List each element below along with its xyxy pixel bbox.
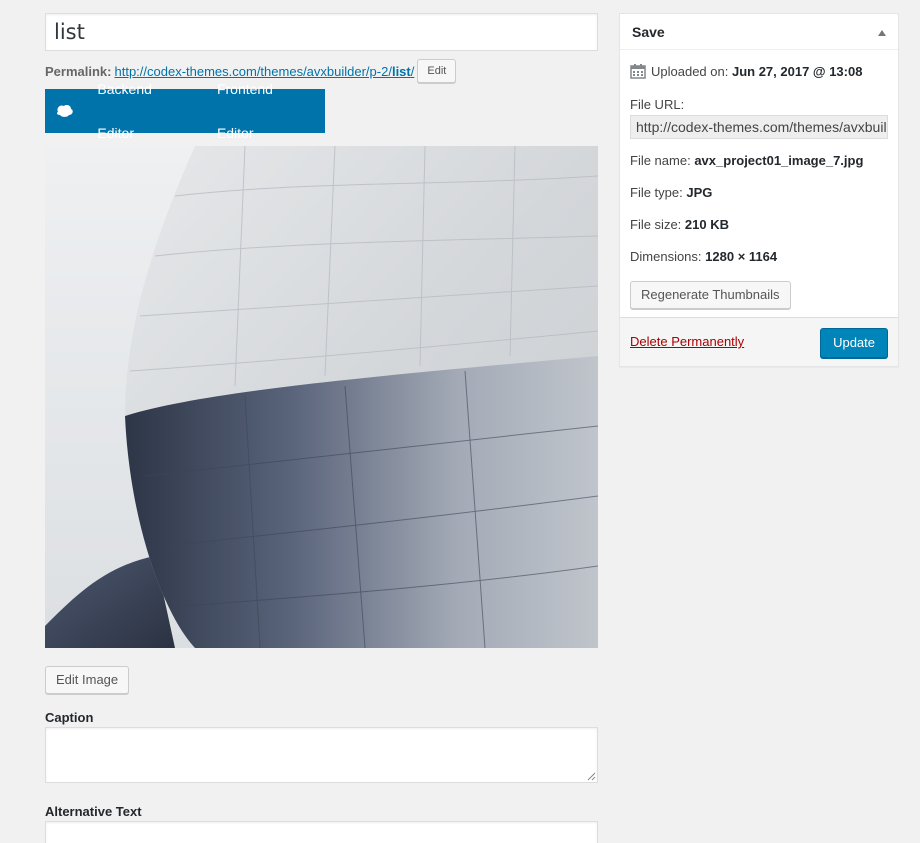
permalink-slug: list xyxy=(391,63,411,79)
dimensions-value: 1280 × 1164 xyxy=(705,249,778,264)
save-panel-header[interactable]: Save xyxy=(620,14,898,50)
dimensions-label: Dimensions: xyxy=(630,249,702,264)
alt-text-label: Alternative Text xyxy=(45,804,142,819)
file-name-label: File name: xyxy=(630,153,691,168)
calendar-icon xyxy=(630,64,646,79)
uploaded-on: Uploaded on: Jun 27, 2017 @ 13:08 xyxy=(630,63,862,79)
builder-logo-icon[interactable] xyxy=(45,89,84,133)
delete-permanently-link[interactable]: Delete Permanently xyxy=(630,334,744,349)
alt-text-input[interactable] xyxy=(45,821,598,843)
save-panel-footer: Delete Permanently Update xyxy=(620,317,898,366)
attachment-image xyxy=(45,146,598,648)
file-size-row: File size: 210 KB xyxy=(630,217,729,232)
collapse-toggle-icon[interactable] xyxy=(878,29,886,36)
update-button[interactable]: Update xyxy=(820,328,888,358)
regenerate-thumbnails-button[interactable]: Regenerate Thumbnails xyxy=(630,281,791,309)
file-url-label: File URL: xyxy=(630,97,685,112)
uploaded-value: Jun 27, 2017 @ 13:08 xyxy=(731,63,863,79)
save-panel-title: Save xyxy=(632,23,665,40)
file-name-row: File name: avx_project01_image_7.jpg xyxy=(630,153,863,168)
file-type-label: File type: xyxy=(630,185,683,200)
frontend-editor-tab[interactable]: Frontend Editor xyxy=(204,67,325,155)
permalink-url-trail: / xyxy=(410,63,415,79)
file-type-value: JPG xyxy=(686,185,713,200)
caption-label: Caption xyxy=(45,710,94,725)
edit-image-button[interactable]: Edit Image xyxy=(45,666,130,694)
page-builder-bar: Backend Editor Frontend Editor xyxy=(45,81,325,141)
file-type-row: File type: JPG xyxy=(630,185,712,200)
post-title-input[interactable]: list xyxy=(45,13,598,51)
resize-grip-icon[interactable] xyxy=(587,772,596,781)
backend-editor-tab[interactable]: Backend Editor xyxy=(84,67,204,155)
uploaded-label: Uploaded on: xyxy=(651,63,729,79)
file-size-label: File size: xyxy=(630,217,682,232)
file-name-value: avx_project01_image_7.jpg xyxy=(694,153,864,168)
caption-textarea[interactable] xyxy=(45,727,598,783)
permalink-edit-button[interactable]: Edit xyxy=(417,59,457,83)
file-url-field[interactable]: http://codex-themes.com/themes/avxbuilde… xyxy=(630,115,888,139)
save-panel: Save Uploaded on: Jun 27, 2017 @ 13:08 F… xyxy=(619,13,899,367)
dimensions-row: Dimensions: 1280 × 1164 xyxy=(630,249,777,264)
file-size-value: 210 KB xyxy=(684,217,729,232)
